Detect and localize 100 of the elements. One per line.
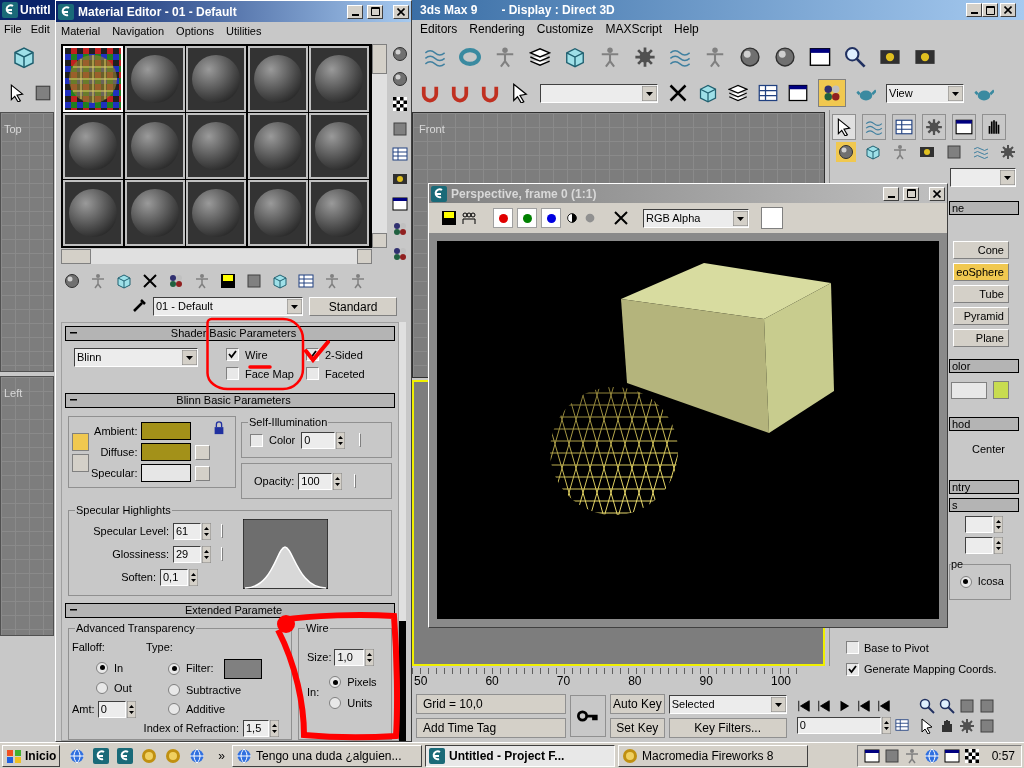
- overflow-button[interactable]: »: [214, 746, 230, 765]
- material-type-button[interactable]: Standard: [309, 296, 397, 316]
- radio-button[interactable]: [168, 703, 180, 716]
- checkbox[interactable]: [226, 367, 239, 380]
- spinner-arrows-icon[interactable]: [365, 649, 375, 666]
- sample-slot[interactable]: [247, 180, 308, 246]
- sample-slot[interactable]: [309, 113, 370, 179]
- sample-slot[interactable]: [247, 113, 308, 179]
- menu-item[interactable]: Options: [176, 22, 215, 40]
- name-field[interactable]: [951, 381, 987, 399]
- set-key-button[interactable]: [570, 695, 606, 737]
- material-name-field[interactable]: 01 - Default: [153, 296, 303, 316]
- map-button[interactable]: [359, 433, 362, 448]
- object-color-swatch[interactable]: [993, 381, 1009, 399]
- object-type-button[interactable]: Tube: [953, 285, 1009, 303]
- checkbox[interactable]: [846, 641, 859, 655]
- radio-button[interactable]: [959, 575, 972, 588]
- sample-slot[interactable]: [63, 180, 123, 246]
- checkbox[interactable]: [226, 348, 239, 361]
- object-type-button[interactable]: Pyramid: [953, 307, 1009, 325]
- color-swatch[interactable]: [141, 464, 192, 482]
- view-dropdown[interactable]: View: [886, 83, 964, 103]
- filter-color-swatch[interactable]: [223, 658, 262, 679]
- close-button[interactable]: [1000, 3, 1016, 17]
- menu-item[interactable]: Rendering: [469, 20, 525, 38]
- taskbar-button[interactable]: Untitled - Project F...: [425, 744, 616, 767]
- menu-item[interactable]: MAXScript: [605, 20, 663, 38]
- rollout-header[interactable]: Blinn Basic Parameters: [65, 393, 395, 408]
- radio-button[interactable]: [96, 682, 108, 695]
- object-type-button[interactable]: Cone: [953, 241, 1009, 259]
- checkbox[interactable]: [250, 434, 263, 447]
- menu-item[interactable]: Material: [61, 22, 101, 40]
- sample-slot[interactable]: [186, 46, 247, 112]
- taskbar-button[interactable]: Macromedia Fireworks 8: [618, 744, 809, 767]
- object-type-button[interactable]: Plane: [953, 329, 1009, 347]
- number-field[interactable]: 0,1: [160, 568, 188, 586]
- sample-slot[interactable]: [309, 180, 370, 246]
- selection-set-dropdown[interactable]: [540, 83, 658, 103]
- number-field[interactable]: 0: [301, 432, 336, 449]
- channel-button[interactable]: [517, 208, 537, 228]
- menu-item[interactable]: Customize: [536, 20, 594, 38]
- channel-button[interactable]: [493, 208, 513, 228]
- spinner-arrows-icon[interactable]: [333, 472, 343, 490]
- menu-item[interactable]: Navigation: [112, 22, 165, 40]
- panel-tab[interactable]: [952, 114, 976, 140]
- close-button[interactable]: [393, 4, 409, 19]
- auto-key-button[interactable]: Auto Key: [610, 694, 665, 714]
- spinner-arrows-icon[interactable]: [270, 719, 279, 737]
- add-time-tag-button[interactable]: Add Time Tag: [416, 718, 566, 738]
- radio-button[interactable]: [168, 662, 180, 675]
- channel-dropdown[interactable]: RGB Alpha: [643, 208, 749, 228]
- menu-item[interactable]: Help: [674, 20, 699, 38]
- sample-slot[interactable]: [124, 180, 185, 246]
- sample-slot[interactable]: [186, 113, 247, 179]
- spinner-arrows-icon[interactable]: [202, 545, 211, 563]
- horizontal-scrollbar[interactable]: [61, 249, 372, 264]
- number-field[interactable]: 1,0: [334, 649, 365, 666]
- sample-slot[interactable]: [309, 46, 370, 112]
- shader-dropdown[interactable]: Blinn: [74, 348, 198, 367]
- spinner-arrows-icon[interactable]: [202, 522, 211, 540]
- rollout-header[interactable]: hod: [949, 417, 1019, 431]
- number-field[interactable]: 29: [173, 545, 201, 563]
- spinner-arrows-icon[interactable]: [881, 716, 891, 734]
- sample-slot[interactable]: [247, 46, 308, 112]
- map-button[interactable]: [195, 465, 211, 481]
- number-field[interactable]: 1,5: [243, 719, 269, 737]
- rollout-header[interactable]: s: [949, 497, 1019, 512]
- category-button[interactable]: [998, 142, 1018, 162]
- number-field[interactable]: 0: [97, 700, 126, 718]
- number-field[interactable]: [965, 515, 993, 533]
- rollout-header[interactable]: ntry: [949, 479, 1019, 494]
- panel-tab[interactable]: [892, 114, 916, 140]
- spinner-arrows-icon[interactable]: [994, 515, 1003, 533]
- menu-item[interactable]: Utilities: [226, 22, 262, 40]
- spinner-arrows-icon[interactable]: [994, 536, 1003, 554]
- menu-item[interactable]: Editors: [420, 20, 458, 38]
- category-button[interactable]: [836, 142, 856, 162]
- minimize-button[interactable]: [883, 186, 899, 201]
- taskbar-button[interactable]: Tengo una duda ¿alguien...: [232, 744, 423, 767]
- color-swatch[interactable]: [141, 443, 192, 461]
- menu-item[interactable]: Edit: [30, 20, 50, 38]
- material-editor-button[interactable]: [818, 79, 846, 107]
- sample-slot[interactable]: [63, 113, 123, 179]
- set-key-button[interactable]: Set Key: [610, 718, 665, 738]
- channel-button[interactable]: [541, 208, 561, 228]
- spinner-arrows-icon[interactable]: [189, 568, 198, 586]
- minimize-button[interactable]: [347, 4, 363, 19]
- map-button[interactable]: [354, 473, 357, 488]
- color-swatch[interactable]: [761, 207, 783, 229]
- minimize-button[interactable]: [966, 3, 982, 17]
- lock-toggle-button[interactable]: [72, 432, 89, 451]
- rollout-header[interactable]: ne: [949, 201, 1019, 215]
- spinner-arrows-icon[interactable]: [126, 700, 136, 718]
- object-type-button[interactable]: eoSphere: [953, 263, 1009, 281]
- number-field[interactable]: 0: [796, 716, 881, 734]
- maximize-button[interactable]: [903, 186, 919, 201]
- category-dropdown[interactable]: [950, 168, 1016, 187]
- checkbox[interactable]: [846, 662, 859, 676]
- sample-slot[interactable]: [186, 180, 247, 246]
- sample-slot[interactable]: [124, 46, 185, 112]
